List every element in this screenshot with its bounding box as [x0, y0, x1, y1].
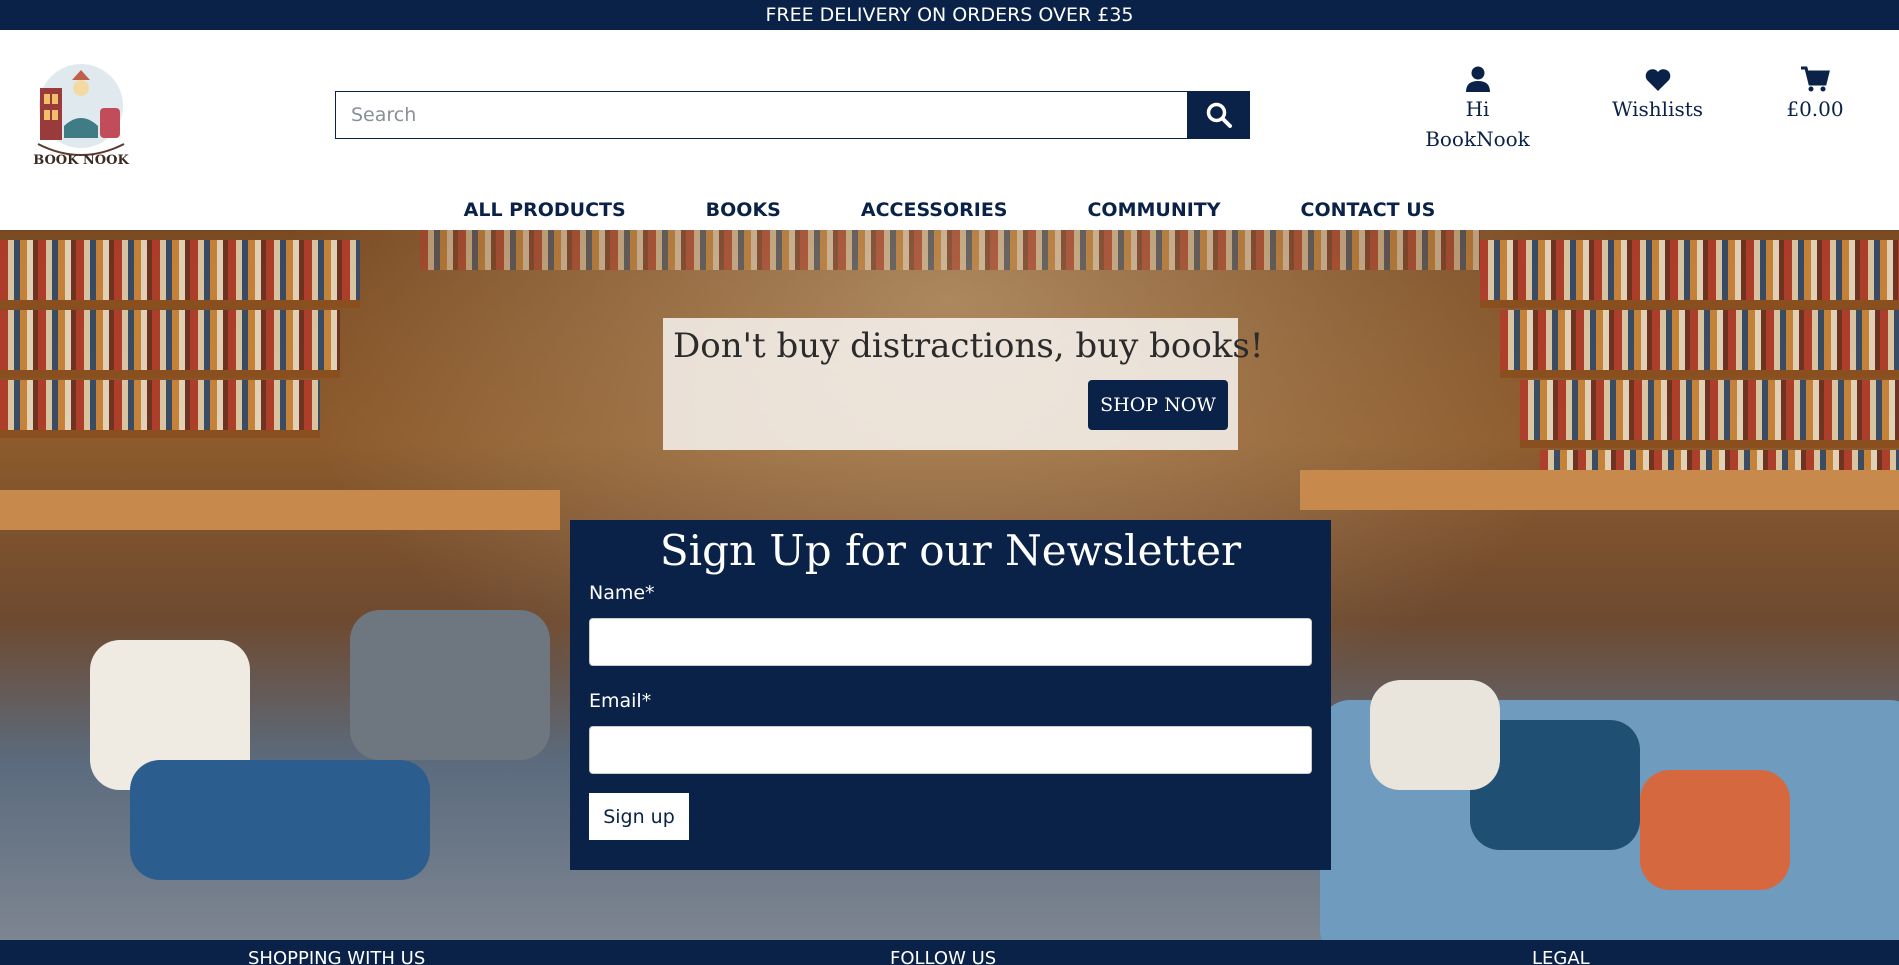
delivery-banner-text: FREE DELIVERY ON ORDERS OVER £35 — [765, 4, 1134, 26]
delivery-banner: FREE DELIVERY ON ORDERS OVER £35 — [0, 0, 1899, 30]
footer-heading-shopping: SHOPPING WITH US — [248, 948, 426, 965]
name-label: Name* — [589, 582, 655, 604]
wishlists-label: Wishlists — [1611, 97, 1704, 121]
name-field[interactable] — [589, 618, 1312, 666]
account-username: BookNook — [1425, 127, 1530, 151]
footer-heading-follow: FOLLOW US — [890, 948, 997, 965]
cart-icon — [1801, 66, 1830, 92]
hero-promo-box: Don't buy distractions, buy books! SHOP … — [663, 318, 1264, 450]
book-nook-logo[interactable]: BOOK NOOK — [30, 60, 132, 170]
email-field[interactable] — [589, 726, 1312, 774]
nav-community[interactable]: COMMUNITY — [1087, 190, 1220, 230]
account-greeting: Hi — [1465, 97, 1490, 121]
email-label: Email* — [589, 690, 652, 712]
logo-text: BOOK NOOK — [33, 153, 129, 168]
shop-now-button[interactable]: SHOP NOW — [1088, 380, 1228, 430]
hero-tagline: Don't buy distractions, buy books! — [673, 326, 1264, 366]
search-button[interactable] — [1187, 91, 1250, 139]
site-footer: SHOPPING WITH US FOLLOW US LEGAL — [0, 940, 1899, 965]
nav-accessories[interactable]: ACCESSORIES — [861, 190, 1008, 230]
heart-icon — [1645, 69, 1670, 91]
newsletter-form: Sign Up for our Newsletter Name* Email* … — [570, 520, 1331, 870]
cart-link[interactable]: £0.00 — [1770, 64, 1860, 124]
account-link[interactable]: Hi BookNook — [1420, 64, 1535, 154]
cart-total: £0.00 — [1786, 97, 1844, 121]
wishlists-link[interactable]: Wishlists — [1600, 64, 1715, 124]
search-bar — [335, 91, 1250, 139]
site-header: BOOK NOOK Hi BookNook Wishlists — [0, 30, 1899, 230]
nav-contact-us[interactable]: CONTACT US — [1301, 190, 1436, 230]
search-input[interactable] — [335, 91, 1187, 139]
newsletter-title: Sign Up for our Newsletter — [659, 526, 1242, 575]
user-icon — [1465, 66, 1490, 92]
sign-up-button[interactable]: Sign up — [589, 793, 689, 840]
search-icon — [1206, 102, 1232, 128]
hero-section: Don't buy distractions, buy books! SHOP … — [0, 230, 1899, 940]
main-nav: ALL PRODUCTS BOOKS ACCESSORIES COMMUNITY… — [0, 190, 1899, 230]
footer-heading-legal: LEGAL — [1532, 948, 1590, 965]
nav-all-products[interactable]: ALL PRODUCTS — [464, 190, 626, 230]
nav-books[interactable]: BOOKS — [706, 190, 781, 230]
